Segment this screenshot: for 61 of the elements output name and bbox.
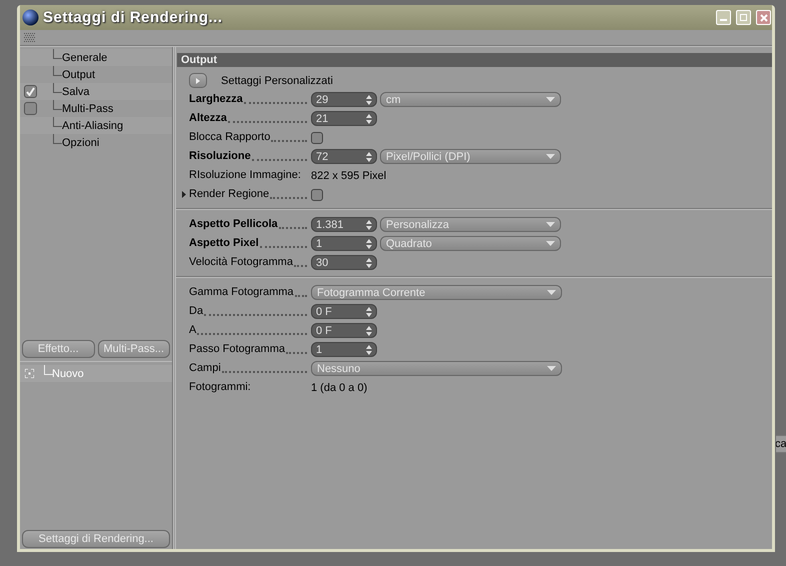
spinner-icon[interactable] [366,258,372,268]
preset-label: Settaggi Personalizzati [221,74,333,86]
number-field[interactable]: 29 [311,92,377,107]
field-label: RIsoluzione Immagine: [189,169,301,182]
play-button[interactable] [189,73,207,88]
caret-icon [546,241,555,246]
number-field[interactable]: 1 [311,236,377,251]
field-label: Render Regione [189,188,270,201]
field-label: Velocità Fotogramma [189,256,293,269]
spinner-icon[interactable] [366,238,372,248]
number-field[interactable]: 1.381 [311,217,377,232]
info-value: 1 (da 0 a 0) [311,382,368,394]
target-icon [25,369,34,378]
spinner-icon[interactable] [366,220,372,230]
field-label: Passo Fotogramma [189,343,285,356]
sphere-icon [22,9,39,26]
field-label: Da [189,305,204,318]
number-field[interactable]: 0 F [311,323,377,338]
field-label: Risoluzione [189,150,251,163]
play-icon [196,78,200,84]
expand-icon[interactable] [182,191,186,198]
caret-icon [546,222,555,227]
caret-icon [546,154,555,159]
info-value: 822 x 595 Pixel [311,170,386,182]
close-button[interactable] [756,10,771,25]
spinner-icon[interactable] [366,94,372,104]
spinner-icon[interactable] [366,306,372,316]
effect-item[interactable]: Nuovo [52,368,84,380]
section-header: Output [177,53,772,67]
number-field[interactable]: 1 [311,342,377,357]
tree-item[interactable]: Opzioni [62,136,100,148]
spinner-icon[interactable] [366,114,372,124]
field-label: Blocca Rapporto [189,131,270,144]
checkbox[interactable] [24,102,37,115]
maximize-icon [740,14,747,21]
number-field[interactable]: 30 [311,255,377,270]
checkbox[interactable] [24,85,37,98]
close-icon [760,14,768,22]
spinner-icon[interactable] [366,344,372,354]
caret-icon [547,366,556,371]
field-label: Gamma Fotogramma [189,286,294,299]
spinner-icon[interactable] [366,326,372,336]
tree-item[interactable]: Output [62,68,96,80]
tree-item[interactable]: Salva [62,86,90,98]
number-field[interactable]: 72 [311,149,377,164]
field-label: Altezza [189,112,227,125]
field-label: Campi [189,362,221,375]
field-label: Aspetto Pellicola [189,218,278,231]
field-label: Larghezza [189,93,243,106]
spinner-icon[interactable] [366,152,372,162]
caret-icon [547,290,556,295]
number-field[interactable]: 0 F [311,304,377,319]
caret-icon [546,97,555,102]
number-field[interactable]: 21 [311,111,377,126]
field-label: Fotogrammi: [189,381,251,394]
checkbox[interactable] [311,132,323,144]
window-title: Settaggi di Rendering... [43,9,224,26]
checkbox[interactable] [311,188,323,200]
field-label: A [189,324,196,337]
tree-item[interactable]: Multi-Pass [62,102,114,114]
field-label: Aspetto Pixel [189,237,259,250]
